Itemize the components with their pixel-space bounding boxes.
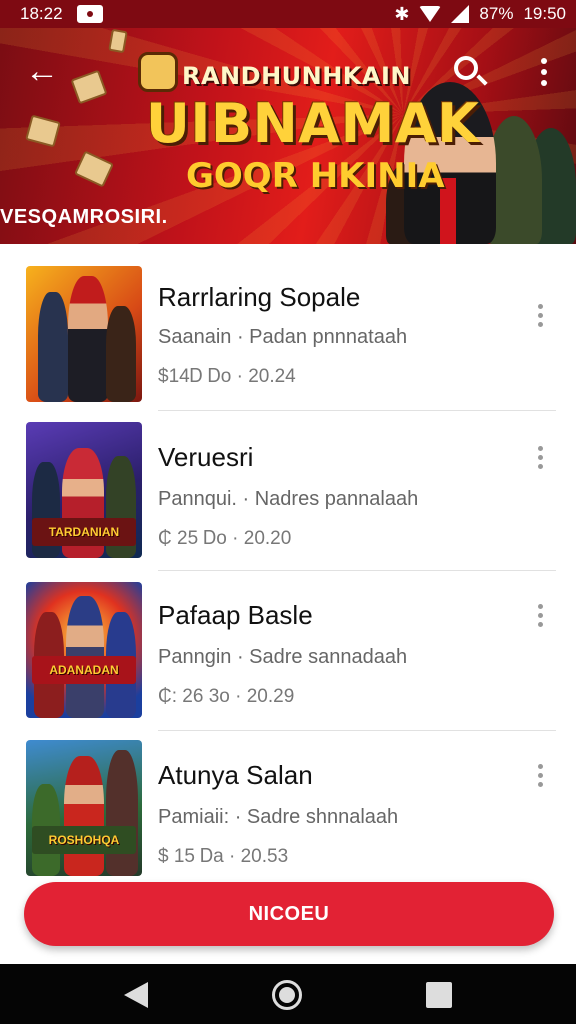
item-meta: $14Ꭰ Ꭰo · 20.24 [158,366,296,387]
thumbnail-figure [38,292,68,402]
notification-icon [76,5,103,23]
more-vert-icon[interactable] [532,52,556,92]
item-title: Rarrlaring Sopale [158,282,361,312]
item-subtitle: Pannqui. · Nadres pannalaah [158,488,419,510]
banner-super-title: RANDHUNHKAIN [182,62,411,90]
game-thumbnail: ROSHOHQA [26,740,142,876]
banner-subtitle: GOQR HKINIA [186,156,445,196]
item-more-icon[interactable] [528,600,552,630]
item-meta: $ 15 Ꭰa · 20.53 [158,846,289,867]
item-more-icon[interactable] [528,760,552,790]
nav-home-icon[interactable] [272,980,302,1010]
item-subtitle: Panngin · Sadre sannadaah [158,646,408,668]
item-meta: ₵: 26 3o · 20.29 [158,686,295,707]
item-title: Veruesri [158,442,254,472]
list-item[interactable]: ROSHOHQA Atunya Salan Pamiaii: · Sadre s… [24,740,556,884]
list-item[interactable]: ADANADAN Pafaap Basle Panngin · Sadre sa… [24,580,556,740]
game-thumbnail [26,266,142,402]
divider [158,570,556,571]
item-subtitle: Pamiaii: · Sadre shnnalaah [158,806,399,828]
thumbnail-label: TARDANIAN [32,518,136,546]
thumbnail-label: ADANADAN [32,656,136,684]
game-list: Rarrlaring Sopale Saanain · Padan pnnnat… [0,244,576,884]
status-time-right: 19:50 [523,4,566,23]
item-meta: ₵ 25 Ꭰo · 20.20 [158,528,292,549]
divider [158,410,556,411]
logo-icon [138,52,178,92]
wifi-icon [419,6,442,22]
thumbnail-figure [106,306,136,402]
item-more-icon[interactable] [528,300,552,330]
game-thumbnail: ADANADAN [26,582,142,718]
primary-action-button[interactable]: NICOEU [24,882,554,946]
thumbnail-figure [68,276,108,402]
search-icon[interactable] [448,50,488,90]
navigation-bar [0,964,576,1024]
signal-icon [451,5,470,23]
banner-title: UIBNAMAK [146,92,480,155]
header-banner: RANDHUNHKAIN UIBNAMAK GOQR HKINIA VESQAM… [0,28,576,244]
list-item[interactable]: TARDANIAN Veruesri Pannqui. · Nadres pan… [24,422,556,582]
thumbnail-figure [106,750,138,876]
bluetooth-icon: ✱ [394,3,410,24]
status-bar: 18:22 ✱ 87% 19:50 [0,0,576,28]
list-item[interactable]: Rarrlaring Sopale Saanain · Padan pnnnat… [24,264,556,424]
arrow-left-icon[interactable]: ← [22,52,62,92]
item-title: Atunya Salan [158,760,313,790]
nav-back-icon[interactable] [124,982,148,1008]
nav-recent-icon[interactable] [426,982,452,1008]
item-more-icon[interactable] [528,442,552,472]
thumbnail-figure [64,756,104,876]
game-thumbnail: TARDANIAN [26,422,142,558]
item-subtitle: Saanain · Padan pnnnataah [158,326,408,348]
battery-percent: 87% [479,4,514,23]
status-time-left: 18:22 [20,4,63,23]
divider [158,730,556,731]
item-title: Pafaap Basle [158,600,313,630]
thumbnail-label: ROSHOHQA [32,826,136,854]
banner-caption: VESQAMROSIRI. [0,206,168,228]
